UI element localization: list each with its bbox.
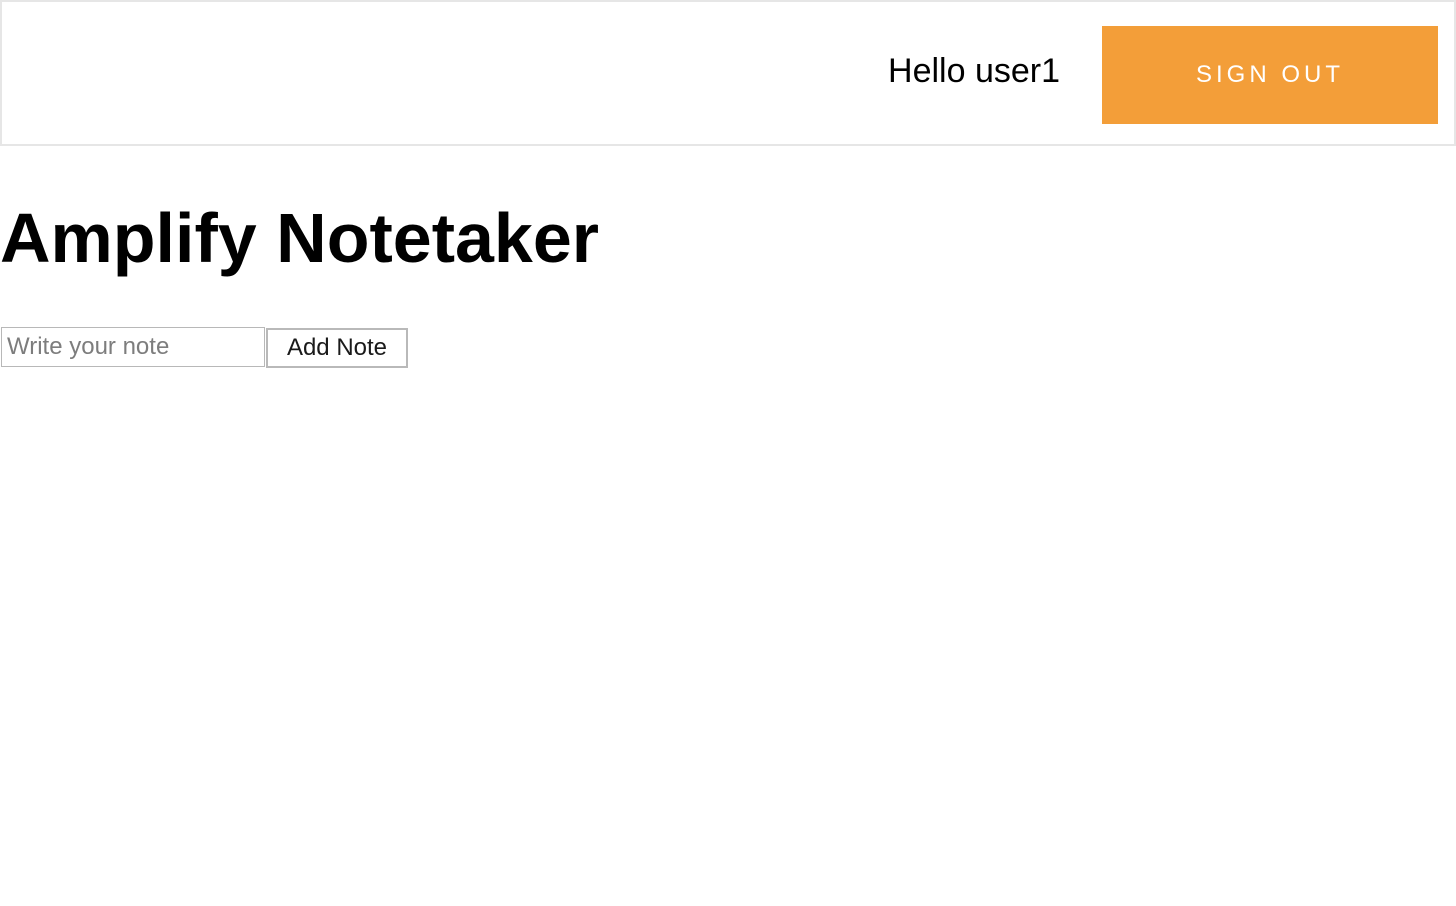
user-greeting: Hello user1 (888, 52, 1060, 90)
add-note-button[interactable]: Add Note (266, 328, 408, 368)
page-title: Amplify Notetaker (0, 199, 600, 277)
top-navbar: Hello user1 SIGN OUT (0, 0, 1456, 146)
note-input[interactable] (1, 327, 265, 367)
sign-out-button[interactable]: SIGN OUT (1102, 26, 1438, 124)
